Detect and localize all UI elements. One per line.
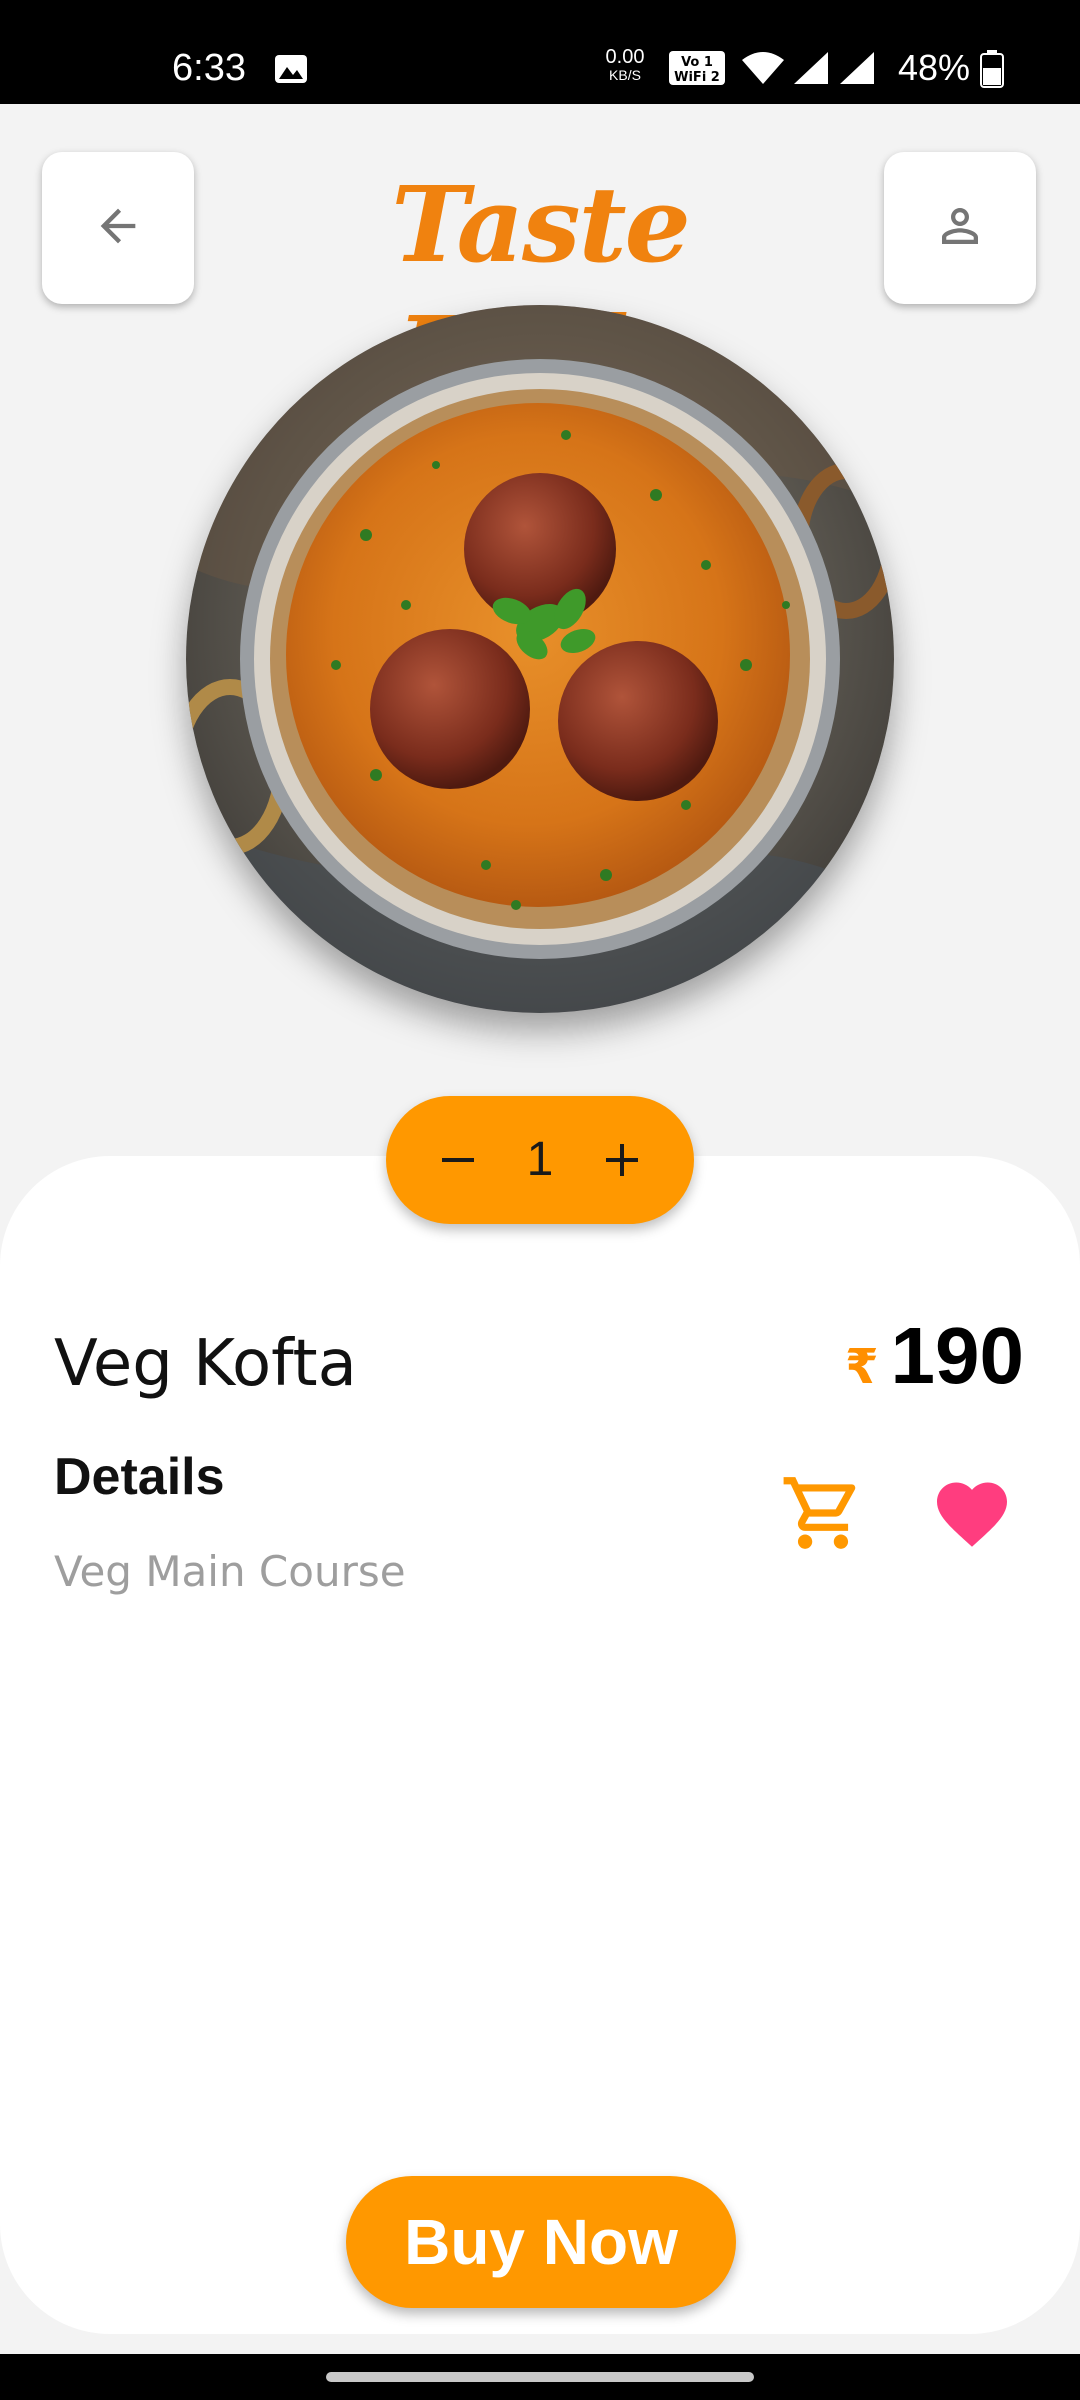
volte-wifi-icon: Vo 1 WiFi 2 (668, 50, 726, 86)
signal-icon (838, 50, 876, 86)
signal-icon (792, 50, 830, 86)
heart-icon[interactable] (930, 1472, 1014, 1556)
profile-button[interactable] (884, 152, 1036, 304)
minus-icon[interactable] (438, 1140, 478, 1180)
net-speed-value: 0.00 (605, 46, 645, 68)
wifi-icon (740, 50, 786, 86)
price-value: 190 (890, 1311, 1024, 1400)
currency-symbol: ₹ (845, 1339, 879, 1395)
price: ₹ 190 (845, 1306, 1024, 1406)
buy-now-button[interactable]: Buy Now (346, 2176, 736, 2308)
person-icon (933, 199, 987, 257)
status-bar: 6:33 0.00 KB/S Vo 1 WiFi 2 48% (0, 0, 1080, 104)
details-text: Veg Main Course (54, 1547, 406, 1596)
dish-image (186, 305, 894, 1013)
details-heading: Details (54, 1448, 225, 1506)
home-indicator[interactable] (326, 2372, 754, 2382)
battery-icon (980, 50, 1004, 88)
net-speed-unit: KB/S (609, 67, 641, 83)
back-button[interactable] (42, 152, 194, 304)
status-time: 6:33 (172, 47, 246, 89)
cart-icon[interactable] (780, 1470, 866, 1556)
svg-text:Vo 1: Vo 1 (681, 55, 713, 70)
svg-text:WiFi 2: WiFi 2 (674, 70, 720, 85)
arrow-left-icon (92, 200, 144, 256)
quantity-stepper: 1 (386, 1096, 694, 1224)
battery-percent: 48% (898, 47, 971, 88)
net-speed: 0.00 KB/S (600, 46, 650, 84)
gallery-icon (274, 54, 308, 84)
quantity-value: 1 (526, 1133, 554, 1186)
item-name: Veg Kofta (54, 1327, 357, 1401)
plus-icon[interactable] (602, 1140, 642, 1180)
